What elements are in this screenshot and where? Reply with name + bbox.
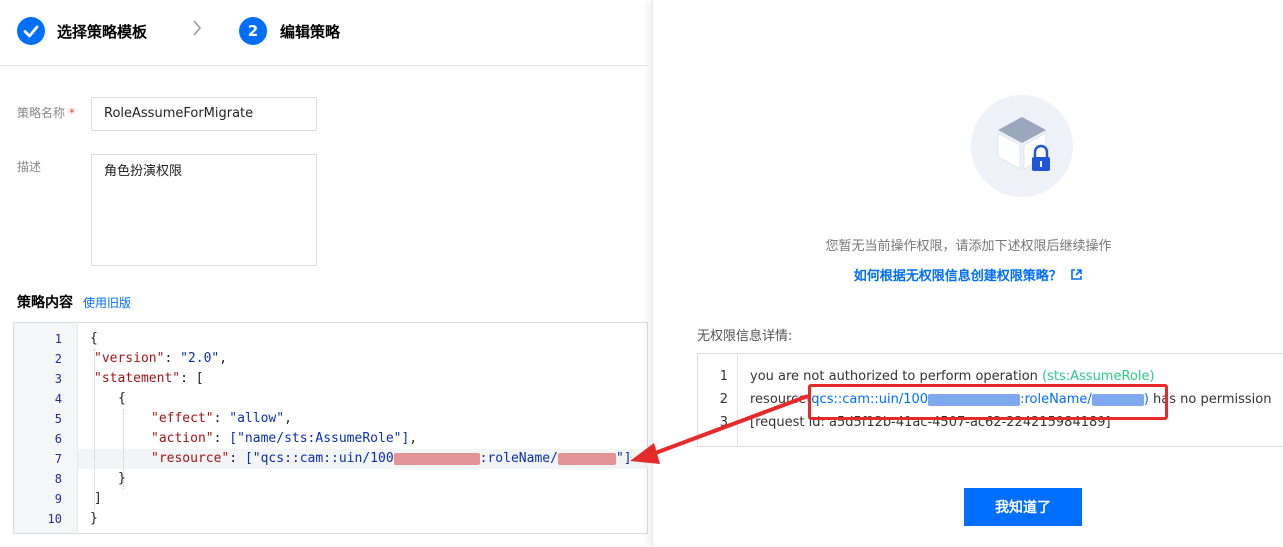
external-link-icon: [1071, 269, 1083, 280]
policy-editor-panel: 选择策略模板 2 编辑策略 策略名称 * RoleAssumeForMigrat…: [0, 0, 648, 547]
create-policy-help-link[interactable]: 如何根据无权限信息创建权限策略？: [653, 265, 1283, 284]
line-number: 1: [54, 332, 62, 346]
description-textarea[interactable]: 角色扮演权限: [91, 154, 317, 266]
line-number: 4: [54, 392, 62, 406]
policy-name-input[interactable]: RoleAssumeForMigrate: [91, 97, 317, 131]
no-permission-message: 您暂无当前操作权限，请添加下述权限后继续操作: [825, 239, 1112, 254]
resource-highlight-box: [808, 384, 1168, 420]
code-line-2: "version": "2.0",: [94, 351, 228, 366]
step-2-label: 编辑策略: [280, 23, 341, 41]
policy-content-title: 策略内容: [17, 295, 73, 311]
redacted-uin: [393, 452, 480, 465]
line-number: 2: [54, 352, 62, 366]
action-name: (sts:AssumeRole): [1042, 369, 1155, 384]
no-permission-dialog: 您暂无当前操作权限，请添加下述权限后继续操作 如何根据无权限信息创建权限策略？ …: [652, 0, 1283, 547]
use-old-version-link[interactable]: 使用旧版: [83, 294, 131, 311]
redacted-role-name: [557, 452, 616, 465]
policy-name-label-text: 策略名称: [17, 106, 66, 120]
code-line-1: {: [90, 331, 98, 346]
detail-gutter: 1 2 3: [698, 354, 738, 446]
detail-title: 无权限信息详情:: [697, 329, 793, 344]
check-icon: [23, 25, 39, 38]
code-line-10: }: [90, 511, 98, 526]
code-line-6: "action": ["name/sts:AssumeRole"],: [151, 431, 418, 446]
detail-line-number: 2: [719, 392, 728, 407]
detail-line-number: 3: [719, 415, 728, 430]
step-done-check-icon: [17, 17, 45, 45]
line-number: 6: [54, 432, 62, 446]
chevron-right-icon: [191, 18, 203, 43]
code-line-7: "resource": ["qcs::cam::uin/100:roleName…: [151, 451, 632, 466]
code-line-8: }: [118, 471, 126, 486]
line-number: 3: [54, 372, 62, 386]
line-number: 5: [54, 412, 62, 426]
description-label: 描述: [17, 160, 42, 174]
detail-line-number: 1: [719, 369, 728, 384]
got-it-button[interactable]: 我知道了: [964, 488, 1082, 526]
step-1-label[interactable]: 选择策略模板: [57, 21, 147, 42]
step-2-number: 2: [239, 17, 267, 45]
line-number: 9: [54, 492, 62, 506]
box-lock-icon: [971, 95, 1073, 197]
line-number-gutter: 1 2 3 4 5 6 7 8 9 10: [14, 323, 78, 533]
policy-code-editor[interactable]: 1 2 3 4 5 6 7 8 9 10 { "version": "2.0",…: [13, 322, 648, 534]
required-mark: *: [68, 106, 75, 120]
code-line-3: "statement": [: [94, 371, 204, 386]
step-indicator: 选择策略模板 2 编辑策略: [0, 0, 648, 66]
policy-name-label: 策略名称 *: [17, 104, 75, 121]
help-link-text[interactable]: 如何根据无权限信息创建权限策略？: [854, 269, 1062, 284]
code-line-4: {: [118, 391, 126, 406]
line-number: 7: [54, 452, 62, 466]
line-number: 8: [54, 472, 62, 486]
line-number: 10: [47, 512, 62, 526]
code-line-9: ]: [94, 491, 102, 506]
code-line-5: "effect": "allow",: [151, 411, 292, 426]
